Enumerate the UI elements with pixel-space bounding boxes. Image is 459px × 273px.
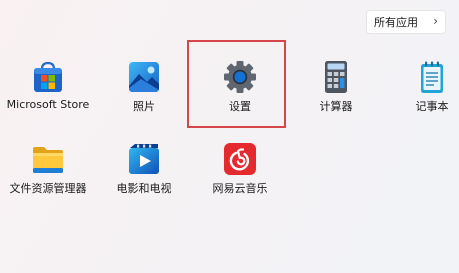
calculator-icon <box>325 61 347 93</box>
app-label: 网易云音乐 <box>212 182 268 195</box>
notepad-icon <box>421 61 443 93</box>
app-tile-microsoft-store[interactable]: Microsoft Store <box>4 60 92 130</box>
app-tile-settings[interactable]: 设置 <box>196 60 284 130</box>
chevron-right-icon: › <box>433 14 438 28</box>
app-tile-file-explorer[interactable]: 文件资源管理器 <box>4 142 92 212</box>
settings-gear-icon <box>224 61 256 93</box>
netease-music-icon <box>224 143 256 175</box>
movies-tv-icon <box>129 144 159 174</box>
app-label: 记事本 <box>415 100 449 113</box>
all-apps-label: 所有应用 <box>374 16 418 29</box>
folder-icon <box>33 147 63 173</box>
app-tile-notepad[interactable]: 记事本 <box>388 60 459 130</box>
app-tile-calculator[interactable]: 计算器 <box>292 60 380 130</box>
app-tile-photos[interactable]: 照片 <box>100 60 188 130</box>
app-tile-netease-music[interactable]: 网易云音乐 <box>196 142 284 212</box>
photos-icon <box>129 62 159 92</box>
app-tile-movies-tv[interactable]: 电影和电视 <box>100 142 188 212</box>
all-apps-button[interactable]: 所有应用 › <box>366 10 446 34</box>
store-icon <box>34 61 62 92</box>
